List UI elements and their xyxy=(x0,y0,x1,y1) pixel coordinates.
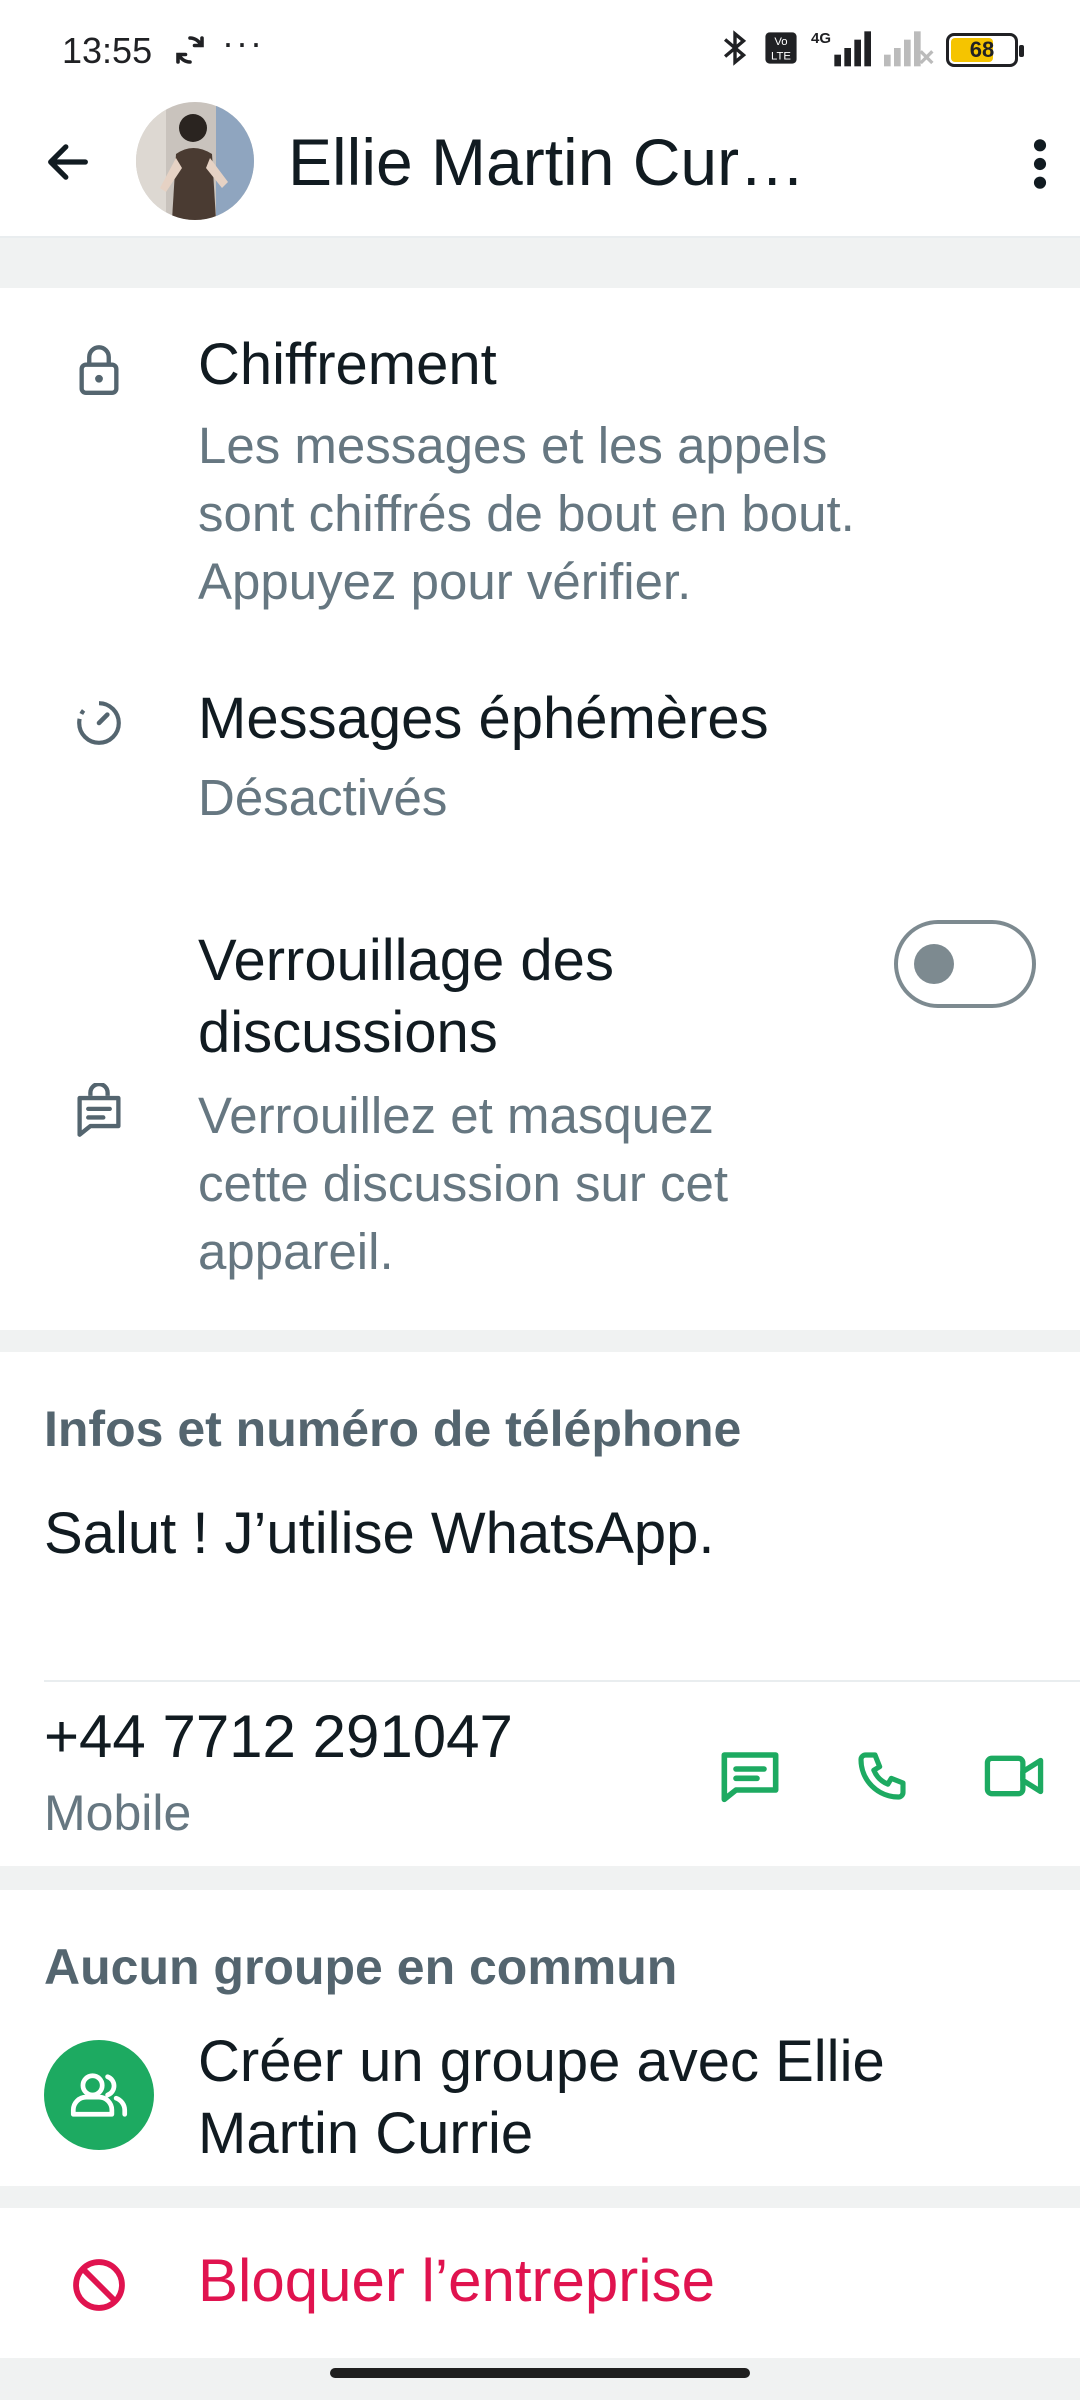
status-overflow: ··· xyxy=(222,22,264,63)
status-right-group: Vo LTE 4G 68 xyxy=(718,28,1024,73)
app-bar: Ellie Martin Cur… xyxy=(0,100,1080,238)
status-time: 13:55 xyxy=(62,30,153,71)
phone-number[interactable]: +44 7712 291047 xyxy=(44,1702,513,1771)
contact-name[interactable]: Ellie Martin Cur… xyxy=(288,124,848,200)
battery-level: 68 xyxy=(969,37,995,62)
lock-icon xyxy=(66,336,132,402)
block-icon xyxy=(66,2252,132,2318)
chat-lock-line-2: cette discussion sur cet xyxy=(198,1155,729,1212)
block-business-label: Bloquer l’entreprise xyxy=(198,2247,715,2314)
encryption-line-1: Les messages et les appels xyxy=(198,417,828,474)
svg-text:Vo: Vo xyxy=(774,36,787,48)
groups-section-header: Aucun groupe en commun xyxy=(44,1939,678,1995)
bluetooth-icon xyxy=(718,28,752,73)
disappearing-messages-status: Désactivés xyxy=(198,769,448,826)
video-call-button[interactable] xyxy=(978,1740,1050,1812)
svg-text:LTE: LTE xyxy=(771,50,791,62)
battery-icon: 68 xyxy=(946,33,1024,67)
about-text[interactable]: Salut ! J’utilise WhatsApp. xyxy=(44,1500,715,1567)
more-options-button[interactable] xyxy=(1010,124,1070,204)
message-icon xyxy=(721,1752,779,1803)
timer-icon xyxy=(66,690,132,756)
home-indicator[interactable] xyxy=(330,2368,750,2378)
encryption-line-3: Appuyez pour vérifier. xyxy=(198,553,692,610)
disappearing-messages-title: Messages éphémères xyxy=(198,686,769,751)
chat-lock-toggle[interactable] xyxy=(894,920,1036,1008)
message-button[interactable] xyxy=(714,1740,786,1812)
divider xyxy=(44,1680,1080,1682)
phone-icon xyxy=(858,1752,906,1800)
signal-no-sim-icon xyxy=(884,28,934,73)
create-group-line-1: Créer un groupe avec Ellie xyxy=(198,2029,885,2094)
group-icon xyxy=(44,2040,154,2150)
toggle-knob xyxy=(914,944,954,984)
create-group-label: Créer un groupe avec Ellie Martin Currie xyxy=(198,2026,1018,2170)
signal-4g-icon: 4G xyxy=(810,28,872,73)
more-vert-icon xyxy=(1033,139,1047,189)
info-section: Infos et numéro de téléphone Salut ! J’u… xyxy=(0,1352,1080,1866)
create-group-line-2: Martin Currie xyxy=(198,2101,534,2166)
phone-type: Mobile xyxy=(44,1785,192,1841)
info-section-header: Infos et numéro de téléphone xyxy=(44,1401,742,1457)
block-section: Bloquer l’entreprise xyxy=(0,2208,1080,2358)
chat-lock-title-line-1: Verrouillage des xyxy=(198,928,614,993)
back-button[interactable] xyxy=(36,130,100,194)
encryption-title: Chiffrement xyxy=(198,332,497,397)
svg-text:4G: 4G xyxy=(811,30,831,47)
back-arrow-icon xyxy=(48,144,88,180)
video-call-icon xyxy=(984,1755,1044,1797)
chat-lock-title-line-2: discussions xyxy=(198,1000,498,1065)
encryption-line-2: sont chiffrés de bout en bout. xyxy=(198,485,855,542)
chat-lock-line-1: Verrouillez et masquez xyxy=(198,1087,714,1144)
security-section: Chiffrement Les messages et les appels s… xyxy=(0,288,1080,1330)
sync-icon xyxy=(172,32,208,68)
chat-lock-line-3: appareil. xyxy=(198,1223,394,1280)
groups-section: Aucun groupe en commun Créer un groupe a… xyxy=(0,1890,1080,2186)
call-button[interactable] xyxy=(846,1740,918,1812)
status-bar: 13:55 ··· Vo LTE 4G 68 xyxy=(0,0,1080,100)
avatar[interactable] xyxy=(136,102,254,220)
chat-lock-icon xyxy=(66,1078,132,1144)
battery-tip xyxy=(1019,45,1024,57)
volte-icon: Vo LTE xyxy=(764,30,798,71)
